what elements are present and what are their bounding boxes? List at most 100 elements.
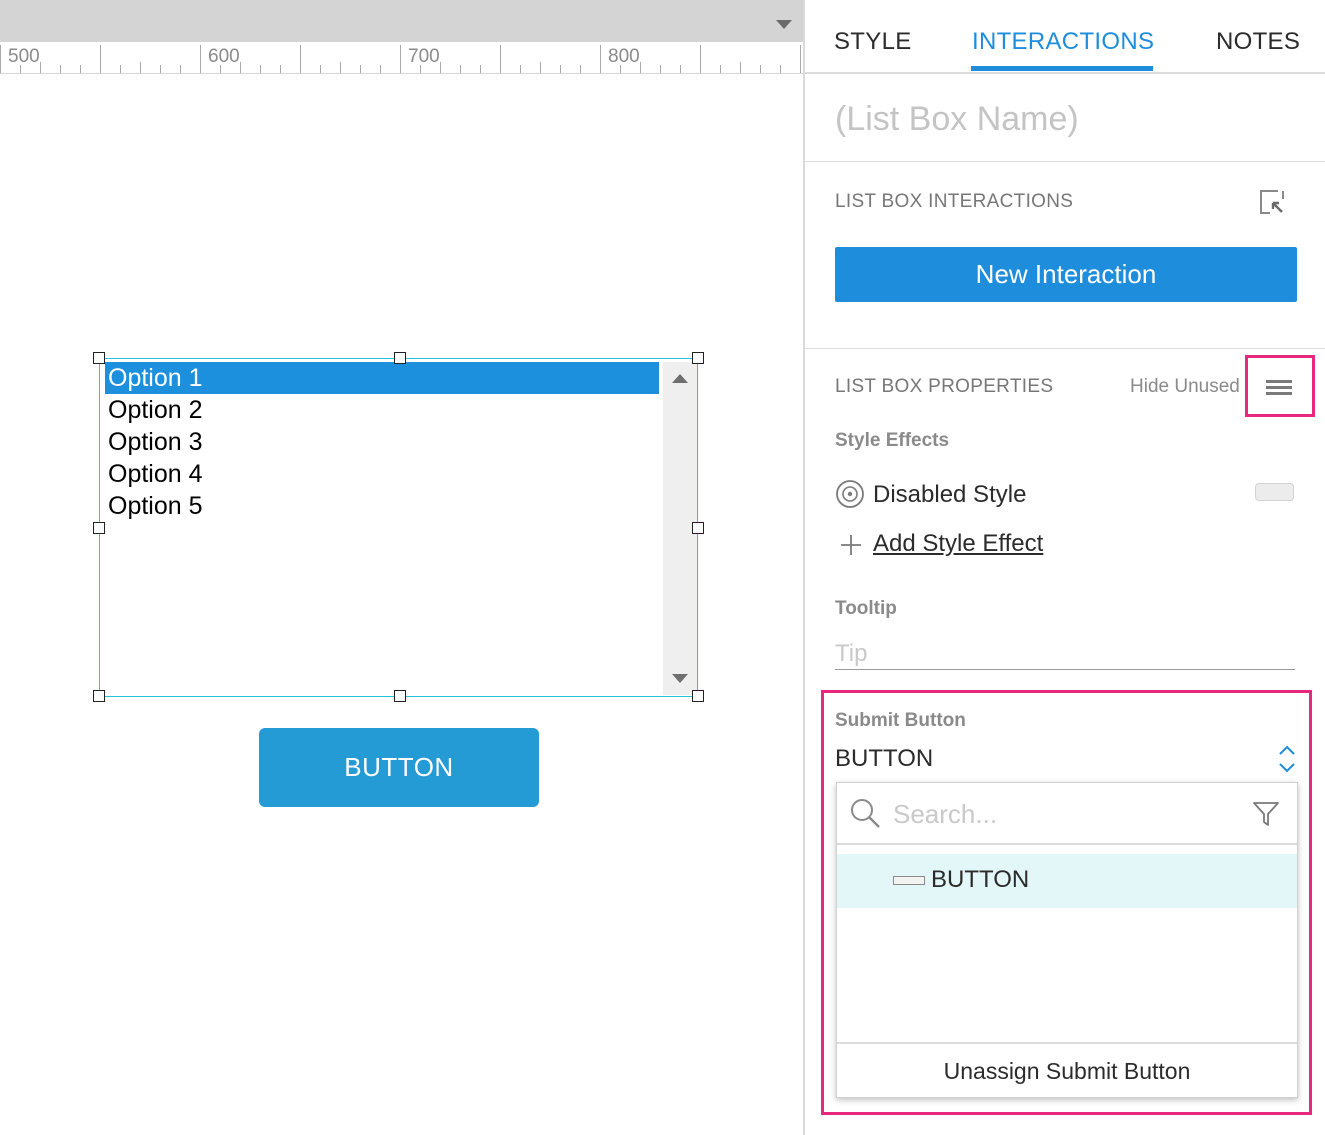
disabled-style-icon xyxy=(836,480,864,508)
ruler-tick xyxy=(740,62,741,73)
ruler-tick xyxy=(480,65,481,73)
resize-handle-bottom-left[interactable] xyxy=(93,690,105,702)
app-window: 500 600 700 800 Option 1 Option 2 Option… xyxy=(0,0,1325,1135)
ruler-tick xyxy=(660,65,661,73)
disabled-style-label[interactable]: Disabled Style xyxy=(873,481,1026,509)
ruler-tick xyxy=(120,65,121,73)
tab-style[interactable]: STYLE xyxy=(834,28,912,56)
design-canvas[interactable]: 500 600 700 800 Option 1 Option 2 Option… xyxy=(0,0,803,1135)
ruler-tick xyxy=(140,62,141,73)
ruler-tick xyxy=(240,62,241,73)
ruler-tick xyxy=(540,62,541,73)
hide-unused-label[interactable]: Hide Unused xyxy=(1130,376,1240,398)
ruler-tick xyxy=(600,45,601,73)
resize-handle-top[interactable] xyxy=(394,352,406,364)
tab-notes[interactable]: NOTES xyxy=(1216,28,1300,56)
ruler-tick xyxy=(760,65,761,73)
ruler-tick xyxy=(200,45,201,73)
popout-icon[interactable] xyxy=(1258,189,1286,215)
unassign-submit-button[interactable]: Unassign Submit Button xyxy=(837,1042,1297,1097)
select-arrows-icon[interactable] xyxy=(1278,744,1296,774)
ruler-tick xyxy=(340,62,341,73)
ruler-header xyxy=(0,0,803,42)
ruler-tick xyxy=(420,65,421,73)
new-interaction-button[interactable]: New Interaction xyxy=(835,247,1297,302)
ruler-tick xyxy=(60,65,61,73)
ruler-tick xyxy=(640,62,641,73)
ruler-tick xyxy=(220,65,221,73)
dropdown-search-input[interactable] xyxy=(893,797,1233,831)
canvas-button-widget[interactable]: BUTTON xyxy=(259,728,539,807)
ruler-tick xyxy=(80,65,81,73)
button-widget-icon xyxy=(893,876,925,885)
ruler-tick xyxy=(520,65,521,73)
ruler-tick xyxy=(380,65,381,73)
resize-handle-bottom-right[interactable] xyxy=(692,690,704,702)
properties-section-label: LIST BOX PROPERTIES xyxy=(835,376,1054,397)
ruler-tick xyxy=(800,45,801,73)
ruler-tick xyxy=(500,45,501,73)
active-tab-indicator xyxy=(971,66,1153,71)
ruler-tick xyxy=(260,65,261,73)
list-box-options: Option 1 Option 2 Option 3 Option 4 Opti… xyxy=(105,362,659,522)
ruler-tick xyxy=(300,45,301,73)
submit-button-select[interactable]: BUTTON xyxy=(835,745,933,773)
ruler-tick xyxy=(100,45,101,73)
list-box-option[interactable]: Option 4 xyxy=(105,458,659,490)
disabled-style-toggle[interactable] xyxy=(1255,483,1294,501)
ruler-tick xyxy=(40,62,41,73)
dropdown-search-bar xyxy=(837,783,1297,845)
ruler-tick xyxy=(280,65,281,73)
inspector-tabs: STYLE INTERACTIONS NOTES xyxy=(805,0,1325,74)
submit-button-label: Submit Button xyxy=(835,710,966,731)
menu-icon[interactable] xyxy=(1266,380,1292,396)
ruler-tick xyxy=(180,65,181,73)
resize-handle-top-right[interactable] xyxy=(692,352,704,364)
horizontal-ruler: 500 600 700 800 xyxy=(0,42,803,74)
ruler-tick xyxy=(780,65,781,73)
divider xyxy=(805,161,1325,162)
dropdown-item-label: BUTTON xyxy=(931,866,1030,893)
ruler-tick xyxy=(360,65,361,73)
ruler-label: 500 xyxy=(8,46,40,67)
filter-icon[interactable] xyxy=(1253,802,1279,826)
ruler-tick xyxy=(0,45,1,73)
widget-name-field[interactable]: (List Box Name) xyxy=(835,100,1079,139)
resize-handle-top-left[interactable] xyxy=(93,352,105,364)
list-box-option[interactable]: Option 5 xyxy=(105,490,659,522)
ruler-tick xyxy=(700,45,701,73)
list-box-option[interactable]: Option 1 xyxy=(105,362,659,394)
ruler-tick xyxy=(620,65,621,73)
ruler-tick xyxy=(460,65,461,73)
ruler-tick xyxy=(680,65,681,73)
ruler-label: 600 xyxy=(208,46,240,67)
dropdown-item[interactable]: BUTTON xyxy=(837,854,1297,908)
ruler-label: 800 xyxy=(608,46,640,67)
ruler-tick xyxy=(720,65,721,73)
tab-interactions[interactable]: INTERACTIONS xyxy=(972,28,1154,56)
submit-button-dropdown: BUTTON Unassign Submit Button xyxy=(836,782,1298,1098)
scroll-down-icon[interactable] xyxy=(672,674,688,683)
list-box-option[interactable]: Option 2 xyxy=(105,394,659,426)
resize-handle-left[interactable] xyxy=(93,522,105,534)
ruler-label: 700 xyxy=(408,46,440,67)
ruler-tick xyxy=(440,62,441,73)
add-style-effect-link[interactable]: Add Style Effect xyxy=(873,530,1043,558)
resize-handle-right[interactable] xyxy=(692,522,704,534)
list-box-option[interactable]: Option 3 xyxy=(105,426,659,458)
ruler-tick xyxy=(580,65,581,73)
ruler-tick xyxy=(560,65,561,73)
tooltip-input[interactable] xyxy=(835,638,1295,670)
tooltip-label: Tooltip xyxy=(835,598,897,619)
plus-icon[interactable] xyxy=(840,534,862,556)
inspector-panel: STYLE INTERACTIONS NOTES (List Box Name)… xyxy=(803,0,1325,1135)
ruler-tick xyxy=(400,45,401,73)
resize-handle-bottom[interactable] xyxy=(394,690,406,702)
style-effects-label: Style Effects xyxy=(835,430,950,451)
ruler-tick xyxy=(160,65,161,73)
ruler-tick xyxy=(320,65,321,73)
list-box[interactable]: Option 1 Option 2 Option 3 Option 4 Opti… xyxy=(99,358,698,697)
scroll-up-icon[interactable] xyxy=(672,374,688,383)
ruler-dropdown-icon[interactable] xyxy=(776,20,792,29)
divider xyxy=(805,348,1325,349)
